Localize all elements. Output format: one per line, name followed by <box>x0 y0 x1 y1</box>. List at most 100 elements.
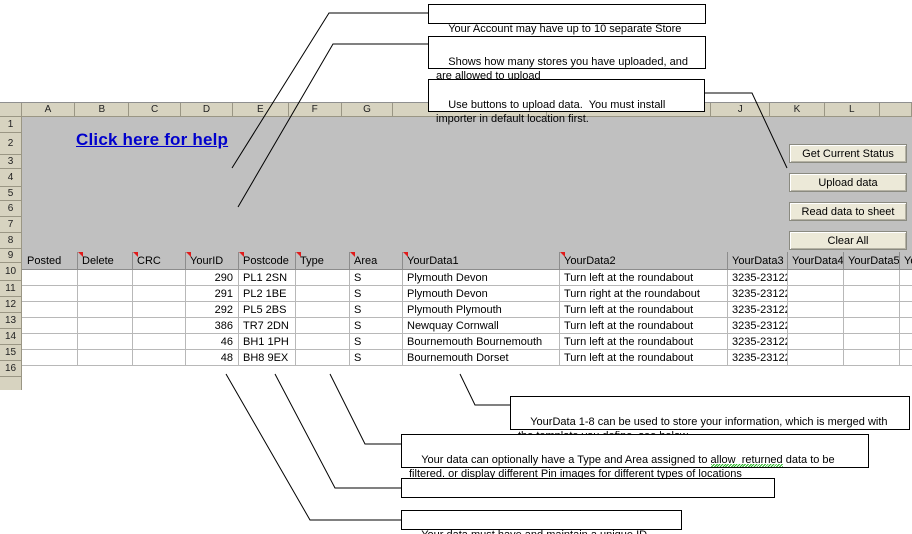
row-header-3[interactable]: 3 <box>0 155 22 169</box>
row-header-14[interactable]: 14 <box>0 329 22 345</box>
cell-yourdata2[interactable]: Turn right at the roundabout <box>562 286 727 302</box>
table-row[interactable]: 291 PL2 1BE S Plymouth Devon Turn right at t… <box>22 286 912 302</box>
column-header-k[interactable]: K <box>770 103 825 117</box>
cell-crc[interactable] <box>135 302 185 318</box>
cell-yourid[interactable]: 291 <box>185 286 236 302</box>
cell-yourdata3[interactable]: 3235-2312268 <box>730 350 787 366</box>
cell-type[interactable] <box>298 286 349 302</box>
cell-crc[interactable] <box>135 334 185 350</box>
column-label-you[interactable]: You <box>902 252 912 270</box>
cell-posted[interactable] <box>25 350 77 366</box>
row-header-12[interactable]: 12 <box>0 297 22 313</box>
cell-yourid[interactable]: 46 <box>185 334 236 350</box>
cell-yourdata1[interactable]: Bournemouth Bournemouth <box>405 334 559 350</box>
select-all-corner[interactable] <box>0 103 22 117</box>
cell-yourdata2[interactable]: Turn left at the roundabout <box>562 270 727 286</box>
row-header-13[interactable]: 13 <box>0 313 22 329</box>
cell-yourdata6[interactable] <box>902 350 912 366</box>
cell-yourdata2[interactable]: Turn left at the roundabout <box>562 302 727 318</box>
cell-yourdata5[interactable] <box>846 302 899 318</box>
column-header-m[interactable] <box>879 103 912 117</box>
cell-type[interactable] <box>298 318 349 334</box>
cell-type[interactable] <box>298 302 349 318</box>
column-label-yourdata3[interactable]: YourData3 <box>730 252 787 270</box>
column-label-posted[interactable]: Posted <box>25 252 77 270</box>
cell-yourdata4[interactable] <box>790 318 843 334</box>
cell-crc[interactable] <box>135 270 185 286</box>
row-header-5[interactable]: 5 <box>0 187 22 201</box>
cell-yourdata4[interactable] <box>790 334 843 350</box>
cell-yourdata6[interactable] <box>902 334 912 350</box>
cell-yourid[interactable]: 292 <box>185 302 236 318</box>
cell-yourdata2[interactable]: Turn left at the roundabout <box>562 334 727 350</box>
table-row[interactable]: 48 BH8 9EX S Bournemouth Dorset Turn left at… <box>22 350 912 366</box>
comment-marker-icon[interactable] <box>186 252 191 257</box>
cell-delete[interactable] <box>80 350 132 366</box>
cell-yourdata2[interactable]: Turn left at the roundabout <box>562 350 727 366</box>
column-header-f[interactable]: F <box>288 103 342 117</box>
cell-yourdata4[interactable] <box>790 302 843 318</box>
cell-posted[interactable] <box>25 286 77 302</box>
comment-marker-icon[interactable] <box>296 252 301 257</box>
cell-area[interactable]: S <box>352 350 402 366</box>
cell-area[interactable]: S <box>352 318 402 334</box>
cell-type[interactable] <box>298 350 349 366</box>
column-label-yourdata2[interactable]: YourData2 <box>562 252 727 270</box>
cell-area[interactable]: S <box>352 302 402 318</box>
cell-postcode[interactable]: PL5 2BS <box>241 302 295 318</box>
row-header-8[interactable]: 8 <box>0 233 22 249</box>
cell-yourdata5[interactable] <box>846 334 899 350</box>
cell-area[interactable]: S <box>352 270 402 286</box>
cell-yourdata1[interactable]: Newquay Cornwall <box>405 318 559 334</box>
cell-crc[interactable] <box>135 286 185 302</box>
column-label-yourdata5[interactable]: YourData5 <box>846 252 899 270</box>
cell-yourdata3[interactable]: 3235-2312266 <box>730 318 787 334</box>
cell-area[interactable]: S <box>352 286 402 302</box>
column-label-delete[interactable]: Delete <box>80 252 132 270</box>
cell-yourdata5[interactable] <box>846 286 899 302</box>
row-header-6[interactable]: 6 <box>0 201 22 217</box>
cell-delete[interactable] <box>80 302 132 318</box>
column-header-g[interactable]: G <box>341 103 394 117</box>
row-header-16[interactable]: 16 <box>0 361 22 377</box>
cell-delete[interactable] <box>80 334 132 350</box>
cell-crc[interactable] <box>135 350 185 366</box>
cell-yourdata5[interactable] <box>846 318 899 334</box>
cell-yourid[interactable]: 386 <box>185 318 236 334</box>
row-header-9[interactable]: 9 <box>0 249 22 263</box>
row-header-7[interactable]: 7 <box>0 217 22 233</box>
column-header-e[interactable]: E <box>232 103 289 117</box>
cell-type[interactable] <box>298 270 349 286</box>
read-data-to-sheet-button[interactable]: Read data to sheet <box>789 202 907 221</box>
column-header-j[interactable]: J <box>711 103 771 117</box>
column-header-b[interactable]: B <box>75 103 130 117</box>
cell-yourdata3[interactable]: 3235-2312267 <box>730 334 787 350</box>
comment-marker-icon[interactable] <box>78 252 83 257</box>
row-header-11[interactable]: 11 <box>0 281 22 297</box>
cell-yourdata6[interactable] <box>902 318 912 334</box>
cell-posted[interactable] <box>25 334 77 350</box>
cell-yourdata4[interactable] <box>790 270 843 286</box>
clear-all-button[interactable]: Clear All <box>789 231 907 250</box>
cell-type[interactable] <box>298 334 349 350</box>
cell-postcode[interactable]: PL1 2SN <box>241 270 295 286</box>
table-row[interactable]: 292 PL5 2BS S Plymouth Plymouth Turn left at… <box>22 302 912 318</box>
upload-data-button[interactable]: Upload data <box>789 173 907 192</box>
cell-yourdata1[interactable]: Plymouth Plymouth <box>405 302 559 318</box>
cell-delete[interactable] <box>80 286 132 302</box>
comment-marker-icon[interactable] <box>350 252 355 257</box>
column-header-a[interactable]: A <box>21 103 76 117</box>
column-label-postcode[interactable]: Postcode <box>241 252 295 270</box>
help-link[interactable]: Click here for help <box>76 130 228 150</box>
row-header-2[interactable]: 2 <box>0 133 22 155</box>
column-label-type[interactable]: Type <box>298 252 349 270</box>
row-header-1[interactable]: 1 <box>0 117 22 133</box>
cell-yourdata3[interactable]: 3235-2312263 <box>730 270 787 286</box>
comment-marker-icon[interactable] <box>239 252 244 257</box>
cell-yourdata4[interactable] <box>790 286 843 302</box>
cell-yourdata3[interactable]: 3235-2312264 <box>730 286 787 302</box>
column-label-area[interactable]: Area <box>352 252 402 270</box>
column-label-yourid[interactable]: YourID <box>188 252 238 270</box>
cell-postcode[interactable]: PL2 1BE <box>241 286 295 302</box>
cell-postcode[interactable]: BH1 1PH <box>241 334 295 350</box>
